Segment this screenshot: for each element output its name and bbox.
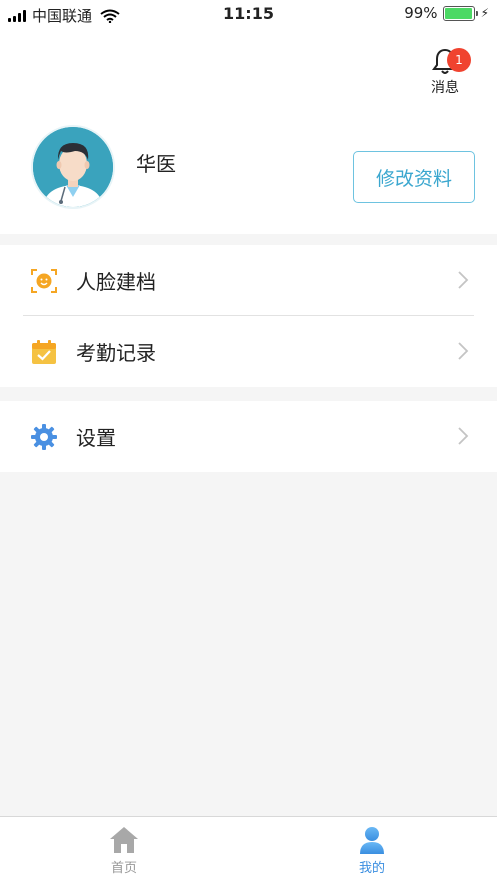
status-right: 99% ⚡ — [404, 4, 489, 22]
messages-label: 消息 — [431, 80, 459, 96]
messages-button[interactable]: 消息 1 — [419, 38, 471, 97]
face-scan-icon — [31, 269, 57, 293]
doctor-avatar-image — [33, 127, 113, 207]
chevron-right-icon — [458, 271, 469, 289]
battery-percent: 99% — [404, 4, 438, 22]
menu-item-settings[interactable]: 设置 — [0, 401, 497, 472]
home-icon — [110, 827, 138, 853]
menu-label-face-filing: 人脸建档 — [76, 270, 156, 294]
tab-mine[interactable]: 我的 — [312, 817, 432, 883]
tab-mine-label: 我的 — [358, 861, 385, 876]
message-count-badge: 1 — [447, 48, 471, 72]
menu-item-face-filing[interactable]: 人脸建档 — [0, 245, 497, 316]
chevron-right-icon — [458, 342, 469, 360]
bottom-tab-bar: 首页 我的 — [0, 816, 497, 883]
status-bar: 中国联通 11:15 99% ⚡ — [0, 0, 497, 28]
edit-profile-button[interactable]: 修改资料 — [353, 151, 475, 203]
battery-icon — [442, 5, 478, 21]
menu-group-settings: 设置 — [0, 401, 497, 472]
chevron-right-icon — [458, 427, 469, 445]
tab-home[interactable]: 首页 — [64, 817, 184, 883]
avatar[interactable] — [33, 127, 113, 207]
charging-bolt-icon: ⚡ — [480, 6, 489, 20]
calendar-check-icon — [32, 340, 56, 364]
profile-header: 消息 1 华医 修改资料 — [0, 28, 497, 234]
gear-icon — [31, 424, 57, 450]
menu-label-settings: 设置 — [76, 426, 116, 450]
menu-item-attendance[interactable]: 考勤记录 — [0, 316, 497, 387]
user-name: 华医 — [136, 152, 176, 176]
menu-label-attendance: 考勤记录 — [76, 341, 156, 365]
person-icon — [360, 827, 384, 854]
tab-home-label: 首页 — [110, 861, 137, 876]
menu-group-primary: 人脸建档 考勤记录 — [0, 245, 497, 387]
